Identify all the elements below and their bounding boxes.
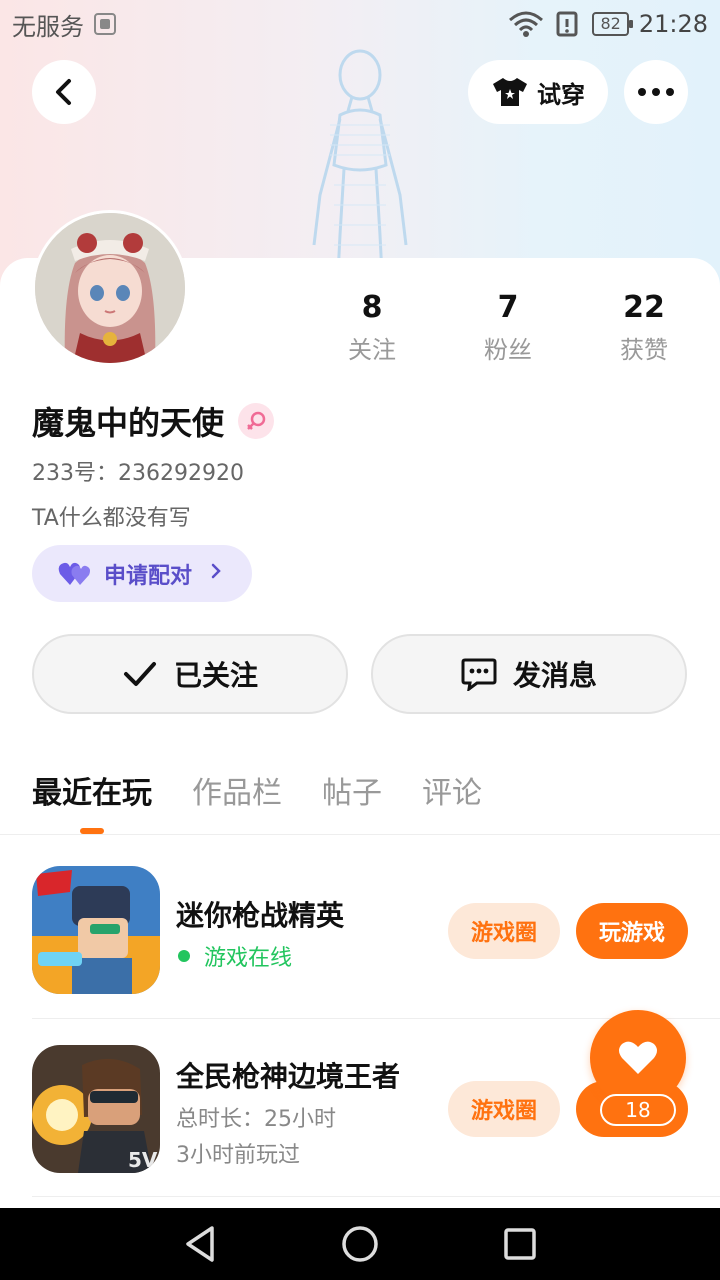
back-button[interactable]	[32, 60, 96, 124]
wifi-icon	[509, 11, 544, 37]
status-left: 无服务	[12, 7, 116, 42]
game-circle-button[interactable]: 游戏圈	[448, 903, 560, 959]
clock-text: 21:28	[638, 10, 708, 38]
tab-divider	[0, 834, 720, 835]
game-name: 迷你枪战精英	[176, 899, 345, 932]
stat-likes[interactable]: 22 获赞	[576, 288, 712, 365]
status-right: 82 21:28	[508, 10, 708, 38]
tab-comments[interactable]: 评论	[422, 768, 482, 814]
game-name: 全民枪神边境王者	[176, 1060, 401, 1093]
gender-badge	[238, 403, 275, 439]
try-on-button[interactable]: 试穿	[468, 60, 608, 124]
try-on-label: 试穿	[537, 80, 585, 109]
followed-label: 已关注	[173, 659, 258, 692]
username: 魔鬼中的天使	[32, 404, 225, 442]
nav-back-button[interactable]	[170, 1214, 230, 1274]
play-game-button[interactable]: 玩游戏	[576, 903, 688, 959]
heart-icon	[619, 1041, 657, 1074]
user-bio: TA什么都没有写	[32, 506, 191, 531]
system-navigation-bar	[0, 1208, 720, 1280]
stat-followers-label: 粉丝	[484, 336, 532, 364]
online-dot-icon	[178, 950, 190, 962]
game-icon: 5V5	[32, 1045, 160, 1173]
game-circle-button[interactable]: 游戏圈	[448, 1081, 560, 1137]
profile-tabs: 最近在玩 作品栏 帖子 评论	[32, 768, 482, 814]
send-message-label: 发消息	[512, 659, 597, 692]
more-dots-icon	[638, 88, 674, 96]
match-request-label: 申请配对	[104, 563, 193, 589]
circle-home-icon	[342, 1226, 378, 1262]
nav-home-button[interactable]	[330, 1214, 390, 1274]
avatar-illustration	[35, 213, 185, 363]
stat-following-label: 关注	[348, 336, 396, 364]
triangle-back-icon	[186, 1226, 214, 1262]
profile-name-row: 魔鬼中的天使	[32, 398, 275, 444]
profile-stats: 8 关注 7 粉丝 22 获赞	[304, 288, 712, 365]
game-online-label: 游戏在线	[204, 946, 293, 971]
game-last-played: 3小时前玩过	[176, 1143, 300, 1168]
stat-likes-label: 获赞	[620, 336, 668, 364]
chevron-left-icon	[56, 79, 71, 105]
game-list-item[interactable]: 迷你枪战精英 游戏在线 游戏圈 玩游戏	[32, 838, 720, 1014]
battery-indicator: 82	[592, 12, 634, 36]
status-bar: 无服务 82 21:28	[0, 0, 720, 48]
double-heart-icon	[58, 562, 90, 585]
stat-followers[interactable]: 7 粉丝	[440, 288, 576, 365]
stat-followers-value: 7	[497, 290, 519, 325]
stat-likes-value: 22	[623, 290, 665, 325]
stat-following[interactable]: 8 关注	[304, 288, 440, 365]
carrier-text: 无服务	[12, 12, 84, 41]
game-icon	[32, 866, 160, 994]
chevron-right-icon	[210, 561, 222, 586]
followed-button[interactable]: 已关注	[32, 634, 348, 714]
female-icon	[247, 411, 266, 430]
chat-bubble-icon	[461, 658, 497, 691]
match-request-button[interactable]: 申请配对	[32, 545, 252, 602]
tab-recently-played[interactable]: 最近在玩	[32, 768, 152, 814]
like-count-badge: 18	[600, 1094, 676, 1126]
game-online-status: 游戏在线	[176, 940, 292, 972]
user-id: 233号：236292920	[32, 461, 244, 486]
tab-posts[interactable]: 帖子	[322, 768, 382, 814]
square-recents-icon	[504, 1228, 536, 1260]
tshirt-icon	[493, 78, 527, 106]
more-button[interactable]	[624, 60, 688, 124]
sim-icon	[94, 13, 116, 35]
game-total-duration: 总时长：25小时	[176, 1107, 336, 1132]
tab-works[interactable]: 作品栏	[192, 768, 282, 814]
svg-text:5V5: 5V5	[128, 1148, 160, 1172]
like-fab-button[interactable]	[590, 1010, 686, 1106]
send-message-button[interactable]: 发消息	[371, 634, 687, 714]
check-icon	[123, 662, 156, 686]
avatar-figure-silhouette	[312, 49, 408, 275]
nav-recents-button[interactable]	[490, 1214, 550, 1274]
no-sim-icon	[556, 11, 578, 37]
list-divider	[32, 1196, 720, 1197]
avatar[interactable]	[32, 210, 188, 366]
stat-following-value: 8	[361, 290, 383, 325]
